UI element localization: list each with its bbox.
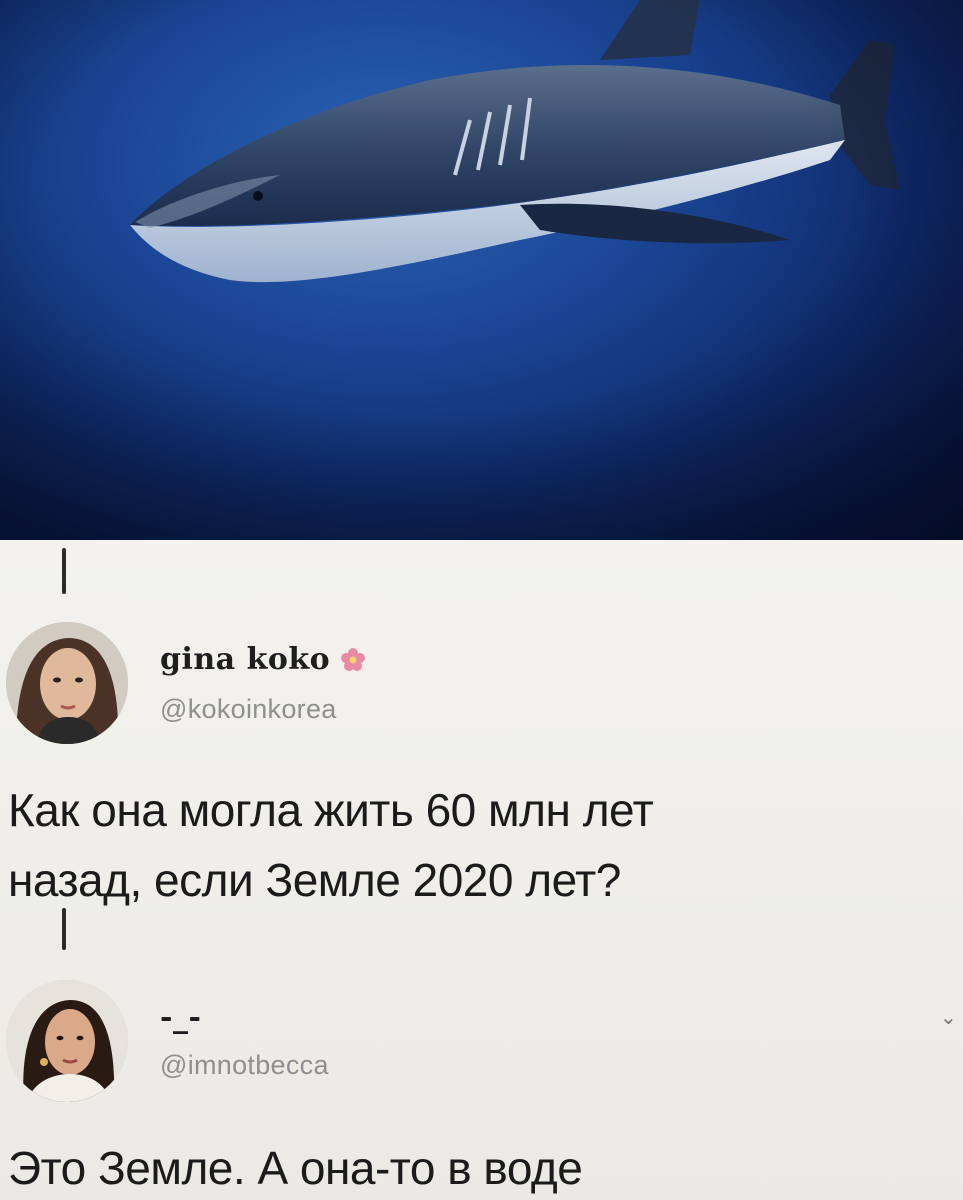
author-name-row: gina koko <box>160 642 366 677</box>
pink-flower-icon <box>340 647 366 673</box>
avatar[interactable] <box>6 980 128 1102</box>
display-name[interactable]: -_- <box>160 1000 201 1035</box>
screenshot: gina koko @kokoinkorea Как она могла жит… <box>0 0 963 1200</box>
display-name[interactable]: gina koko <box>160 642 330 677</box>
shark-illustration <box>0 0 963 540</box>
tweet-text-line: назад, если Земле 2020 лет? <box>8 854 621 906</box>
author-name-row: -_- <box>160 1000 201 1035</box>
tweet-text-line: Это Земле. А она-то в воде <box>8 1142 583 1194</box>
user-handle[interactable]: @imnotbecca <box>160 1050 329 1081</box>
shark-photo <box>0 0 963 540</box>
chevron-down-icon: ⌄ <box>940 1007 957 1029</box>
user-handle[interactable]: @kokoinkorea <box>160 694 337 725</box>
thread-connector-line <box>62 548 66 594</box>
thread-connector-line <box>62 908 66 950</box>
avatar[interactable] <box>6 622 128 744</box>
tweet-text-line: Как она могла жить 60 млн лет <box>8 784 654 836</box>
